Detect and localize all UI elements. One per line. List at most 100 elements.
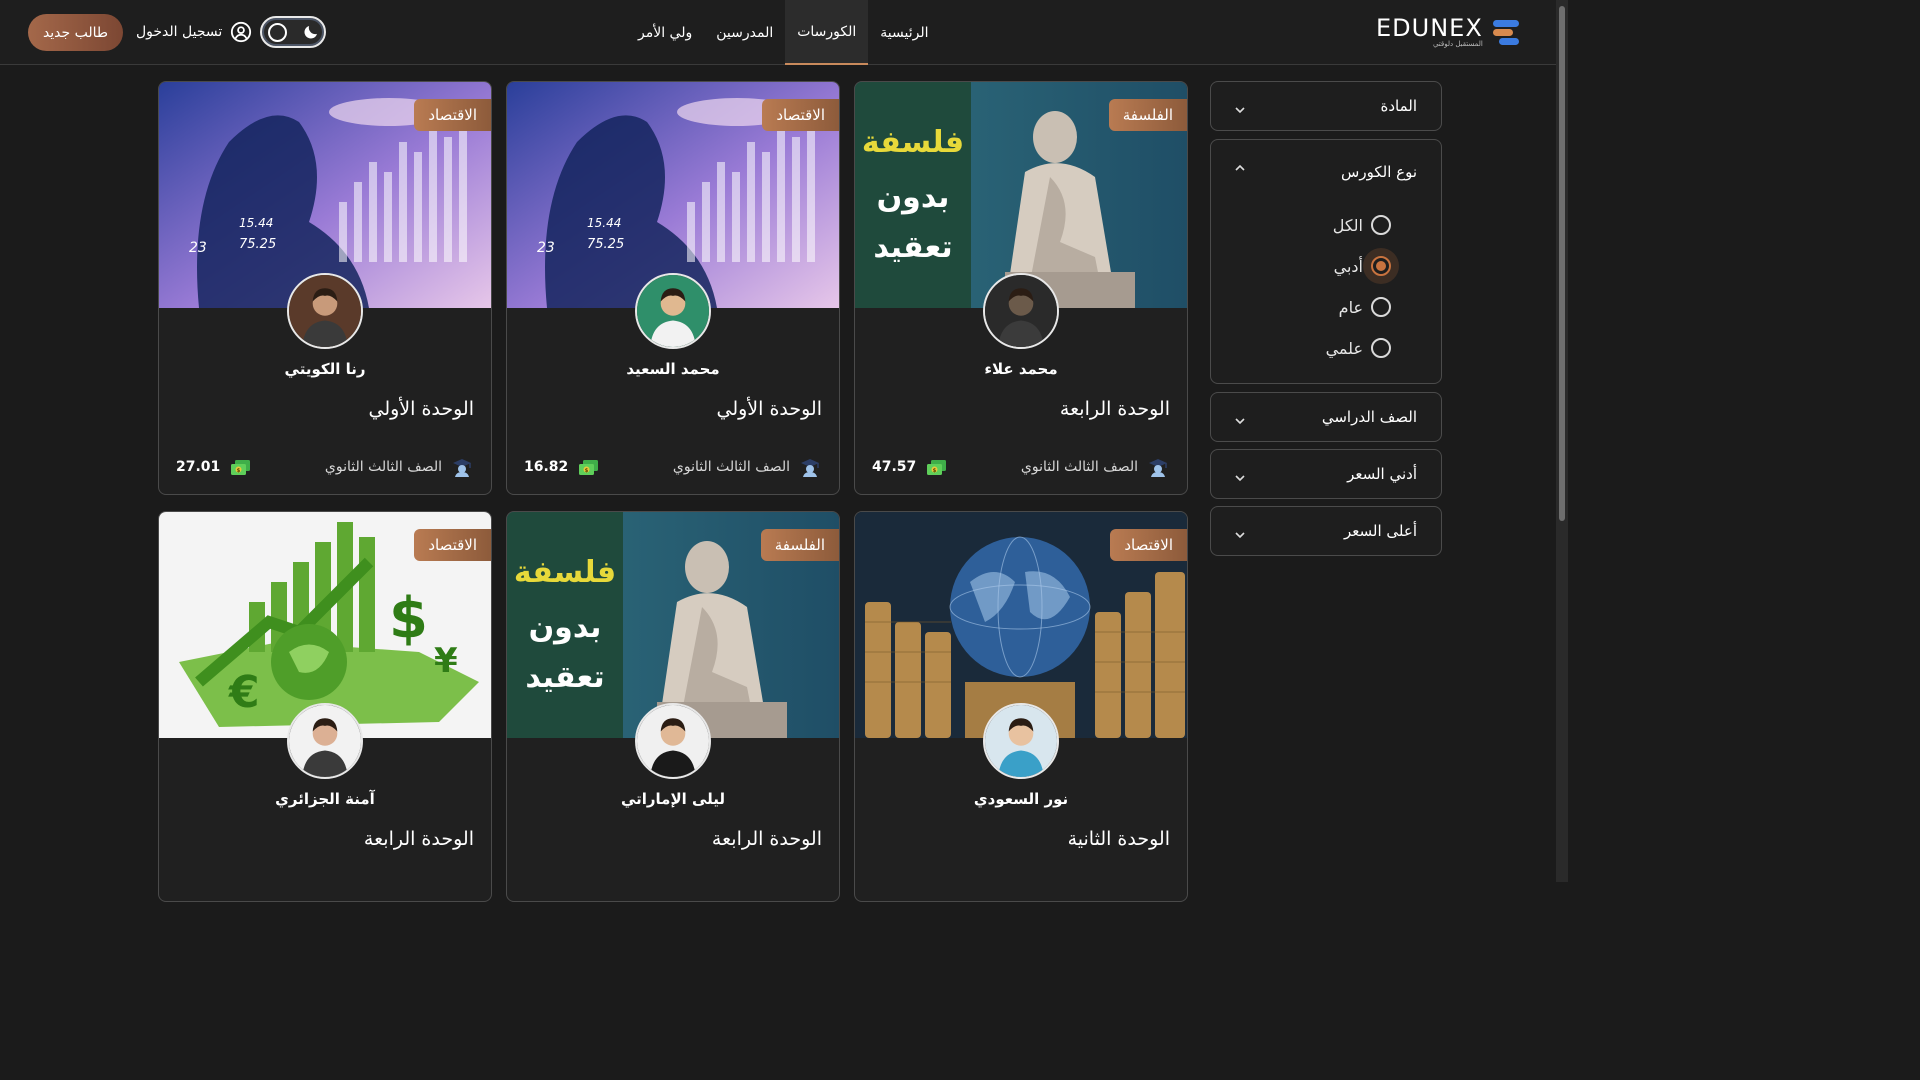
category-badge: الاقتصاد [414,529,491,561]
category-badge: الاقتصاد [762,99,839,131]
course-card[interactable]: فلسفة بدون تعقيد الفلسفة ليلى الإماراتي … [506,511,840,902]
brand-logo[interactable]: EDUNEX المستقبل دلوقتي [1376,12,1536,52]
price-value: 16.82 [524,459,569,475]
grade-label: الصف الثالث الثانوي [324,459,442,475]
course-unit-title[interactable]: الوحدة الثانية [1068,828,1170,850]
course-card[interactable]: الاقتصاد نور السعودي الوحدة الثانية [854,511,1188,902]
nav-parent[interactable]: ولي الأمر [626,0,704,65]
main-nav: الرئيسية الكورسات المدرسين ولي الأمر [626,0,941,65]
filter-course-type-title[interactable]: نوع الكورس [1341,163,1417,181]
svg-text:فلسفة: فلسفة [514,555,616,590]
login-label: تسجيل الدخول [136,24,223,40]
course-grade: الصف الثالث الثانوي [673,455,822,479]
grade-label: الصف الثالث الثانوي [1020,459,1138,475]
teacher-avatar[interactable] [287,273,363,349]
filter-max-price-title: أعلى السعر [1344,522,1417,540]
category-badge: الاقتصاد [1110,529,1187,561]
radio-label: أدبي [1333,256,1363,276]
teacher-name[interactable]: محمد علاء [855,360,1187,378]
svg-text:15.44: 15.44 [587,216,621,230]
top-navbar: طالب جديد تسجيل الدخول الرئيسية الكورسات… [0,0,1556,65]
svg-text:75.25: 75.25 [239,237,276,252]
course-unit-title[interactable]: الوحدة الرابعة [712,828,822,850]
svg-text:23: 23 [537,240,555,256]
graduate-icon [1149,459,1167,477]
category-badge: الفلسفة [760,529,839,561]
teacher-avatar[interactable] [983,273,1059,349]
filter-subject[interactable]: المادة [1210,81,1442,131]
grade-label: الصف الثالث الثانوي [672,459,790,475]
teacher-name[interactable]: آمنة الجزائري [159,790,491,808]
filter-min-price[interactable]: أدني السعر [1210,449,1442,499]
price-value: 27.01 [176,459,221,475]
svg-text:15.44: 15.44 [239,216,273,230]
price-value: 47.57 [872,459,917,475]
chevron-down-icon [1235,532,1245,539]
scrollbar-thumb[interactable] [1559,6,1565,521]
svg-text:$: $ [933,468,937,474]
login-link[interactable]: تسجيل الدخول [136,20,252,44]
radio-button[interactable] [1371,338,1391,358]
course-grade: الصف الثالث الثانوي [325,455,474,479]
svg-text:$: $ [585,468,589,474]
chevron-up-icon[interactable] [1233,161,1247,175]
moon-icon [304,26,317,39]
teacher-avatar[interactable] [287,703,363,779]
radio-button[interactable] [1371,215,1391,235]
course-card[interactable]: فلسفة بدون تعقيد الفلسفة محمد علاء الوحد… [854,81,1188,495]
radio-button-selected[interactable] [1371,256,1391,276]
money-icon: $ [579,460,599,475]
teacher-avatar[interactable] [635,703,711,779]
radio-general[interactable]: عام [1339,297,1391,317]
money-icon: $ [927,460,947,475]
course-unit-title[interactable]: الوحدة الأولي [368,398,474,420]
course-price: 16.82 $ [524,455,600,479]
course-price: 47.57 $ [872,455,948,479]
course-unit-title[interactable]: الوحدة الرابعة [1060,398,1170,420]
new-student-button[interactable]: طالب جديد [28,14,123,51]
filter-max-price[interactable]: أعلى السعر [1210,506,1442,556]
course-price: 27.01 $ [176,455,252,479]
svg-text:فلسفة: فلسفة [862,125,964,160]
svg-text:تعقيد: تعقيد [525,660,604,695]
category-badge: الفلسفة [1108,99,1187,131]
filter-subject-title: المادة [1380,97,1417,115]
svg-text:€: € [228,667,260,718]
radio-literary[interactable]: أدبي [1334,256,1391,276]
chevron-down-icon [1235,418,1245,425]
filter-grade[interactable]: الصف الدراسي [1210,392,1442,442]
svg-text:تعقيد: تعقيد [873,230,952,265]
theme-toggle[interactable] [260,16,326,48]
logo-text: EDUNEX [1376,14,1483,42]
teacher-name[interactable]: نور السعودي [855,790,1187,808]
teacher-name[interactable]: رنا الكويتي [159,360,491,378]
chevron-down-icon [1235,475,1245,482]
svg-text:23: 23 [189,240,207,256]
course-card[interactable]: $ € ¥ الاقتصاد آمنة الجزائري الوحدة الرا… [158,511,492,902]
teacher-name[interactable]: ليلى الإماراتي [507,790,839,808]
filter-min-price-title: أدني السعر [1347,465,1417,483]
nav-teachers[interactable]: المدرسين [704,0,785,65]
nav-home[interactable]: الرئيسية [868,0,940,65]
radio-scientific[interactable]: علمي [1326,338,1391,358]
graduate-icon [801,459,819,477]
course-unit-title[interactable]: الوحدة الرابعة [364,828,474,850]
toggle-knob [268,23,287,42]
money-icon: $ [231,460,251,475]
course-card[interactable]: 15.44 23 75.25 الاقتصاد محمد السعيد الوح… [506,81,840,495]
teacher-name[interactable]: محمد السعيد [507,360,839,378]
logo-mark-icon [1492,20,1519,45]
nav-courses[interactable]: الكورسات [785,0,869,65]
category-badge: الاقتصاد [414,99,491,131]
page-scrollbar[interactable] [1556,0,1568,882]
course-card[interactable]: 15.44 23 75.25 الاقتصاد رنا الكويتي الوح… [158,81,492,495]
radio-button[interactable] [1371,297,1391,317]
radio-label: علمي [1325,338,1363,358]
course-unit-title[interactable]: الوحدة الأولي [716,398,822,420]
teacher-avatar[interactable] [635,273,711,349]
teacher-avatar[interactable] [983,703,1059,779]
svg-text:بدون: بدون [877,180,950,215]
user-circle-icon [231,21,252,43]
radio-all[interactable]: الكل [1333,215,1391,235]
svg-text:$: $ [389,586,428,651]
